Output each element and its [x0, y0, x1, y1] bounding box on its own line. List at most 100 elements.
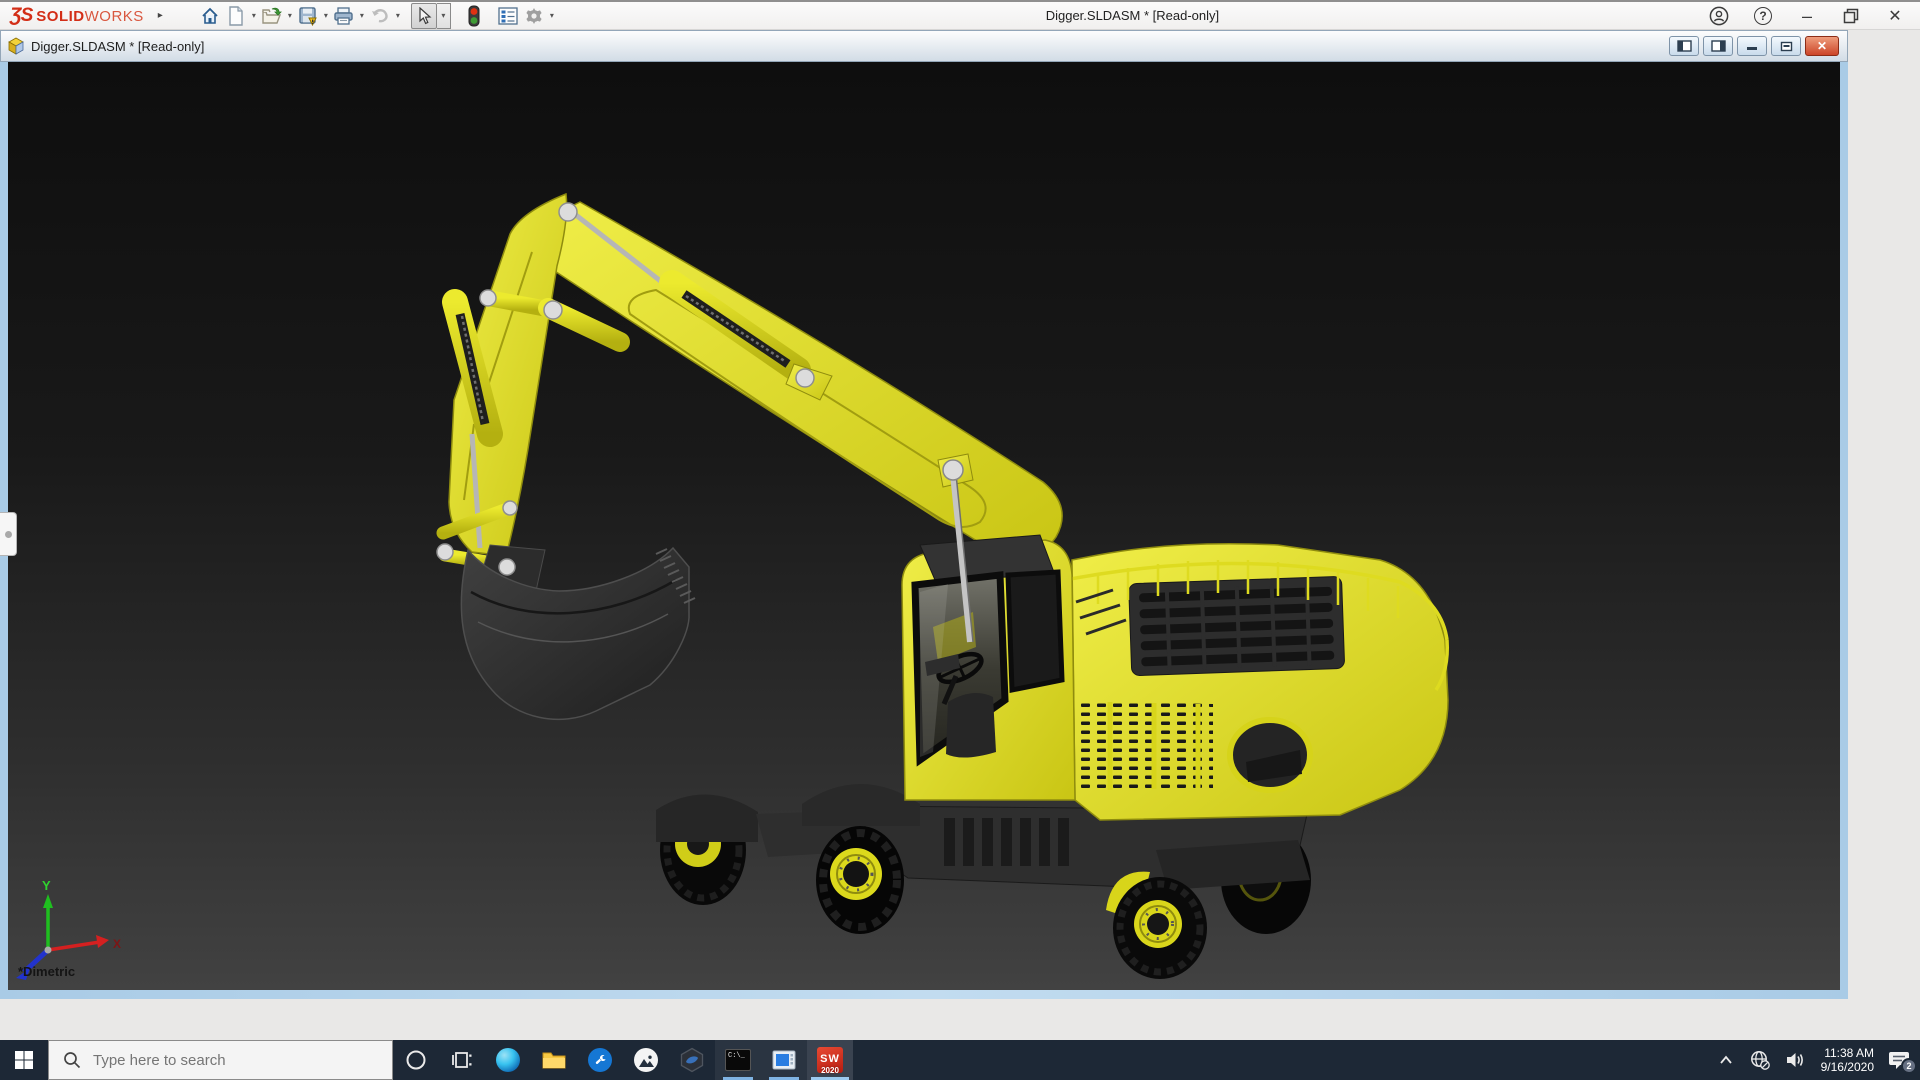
- settings-button[interactable]: [521, 3, 547, 29]
- tray-clock[interactable]: 11:38 AM 9/16/2020: [1821, 1046, 1874, 1074]
- document-window-controls: ✕: [1669, 36, 1839, 56]
- help-button[interactable]: ?: [1752, 5, 1774, 27]
- open-folder-icon: [262, 7, 282, 24]
- left-pane-icon: [1676, 40, 1692, 52]
- new-document-button[interactable]: [223, 3, 249, 29]
- excavator-scene: Y X: [16, 192, 1450, 980]
- rebuild-stoplight-button[interactable]: [461, 3, 487, 29]
- new-document-icon: [229, 5, 243, 26]
- network-globe-icon: [1750, 1051, 1770, 1070]
- undo-caret[interactable]: ▾: [393, 11, 403, 20]
- settings-caret[interactable]: ▾: [547, 11, 557, 20]
- account-icon: [1709, 6, 1729, 25]
- tray-network-button[interactable]: [1749, 1049, 1771, 1071]
- options-list-button[interactable]: [495, 3, 521, 29]
- file-explorer-icon: [542, 1052, 566, 1069]
- minimize-icon: –: [1801, 5, 1812, 26]
- search-icon: [64, 1052, 81, 1069]
- doc-minimize-button[interactable]: [1737, 36, 1767, 56]
- wrench-circle-icon: [588, 1048, 612, 1072]
- doc-restore-icon: [1780, 41, 1792, 51]
- brand-solid: SOLID: [36, 7, 85, 25]
- restore-button[interactable]: [1840, 5, 1862, 27]
- taskbar: C:\_ SW 2020: [0, 1040, 1920, 1080]
- triad-y-label: Y: [42, 878, 51, 893]
- start-button[interactable]: [0, 1040, 48, 1080]
- doc-close-icon: ✕: [1816, 39, 1828, 53]
- print-button[interactable]: [331, 3, 357, 29]
- restore-icon: [1843, 8, 1859, 23]
- toggle-left-pane-button[interactable]: [1669, 36, 1699, 56]
- home-icon: [202, 7, 218, 24]
- print-caret[interactable]: ▾: [357, 11, 367, 20]
- blue-window-app-icon: [772, 1050, 796, 1070]
- speaker-icon: [1786, 1053, 1803, 1067]
- close-button[interactable]: ✕: [1884, 5, 1906, 27]
- hexagon-app-icon: [680, 1047, 704, 1073]
- save-button[interactable]: [295, 3, 321, 29]
- feature-pane-collapsed-tab[interactable]: [0, 512, 17, 556]
- excavator-model[interactable]: [436, 192, 1450, 979]
- toolbar-flyout-arrow[interactable]: ▸: [158, 10, 163, 21]
- minimize-button[interactable]: –: [1796, 5, 1818, 27]
- taskbar-item-tools[interactable]: [577, 1040, 623, 1080]
- boom-assembly: [442, 192, 1063, 558]
- document-window: Digger.SLDASM * [Read-only] ✕ Y X *Dimet…: [0, 30, 1848, 999]
- solidworks-app-icon: SW 2020: [817, 1047, 843, 1075]
- home-button[interactable]: [197, 3, 223, 29]
- chevron-up-icon: [1719, 1055, 1732, 1064]
- assembly-icon: [8, 37, 24, 55]
- tray-chevron-button[interactable]: [1717, 1051, 1735, 1069]
- save-caret[interactable]: ▾: [321, 11, 331, 20]
- taskbar-item-explorer[interactable]: [531, 1040, 577, 1080]
- taskbar-item-3dviewer[interactable]: [669, 1040, 715, 1080]
- clock-time: 11:38 AM: [1824, 1046, 1874, 1060]
- 3d-viewport[interactable]: Y X *Dimetric: [8, 62, 1840, 990]
- app-titlebar: ƷS SOLID WORKS ▸ ▾ ▾ ▾ ▾ ▾ ▾ ▾ Digger.SL…: [0, 0, 1920, 30]
- doc-close-button[interactable]: ✕: [1805, 36, 1839, 56]
- doc-restore-button[interactable]: [1771, 36, 1801, 56]
- list-icon: [498, 6, 518, 25]
- clock-date: 9/16/2020: [1820, 1060, 1874, 1074]
- search-input[interactable]: [93, 1051, 343, 1069]
- taskbar-item-cmd[interactable]: C:\_: [715, 1040, 761, 1080]
- toggle-right-pane-button[interactable]: [1703, 36, 1733, 56]
- traffic-light-icon: [468, 5, 480, 26]
- app-window-controls: ? – ✕: [1708, 5, 1906, 27]
- cmd-icon: C:\_: [725, 1049, 751, 1071]
- select-tool-button[interactable]: [410, 2, 437, 29]
- taskbar-item-photos[interactable]: [623, 1040, 669, 1080]
- engine-vent-panel: [1128, 576, 1345, 676]
- brand-works: WORKS: [84, 7, 144, 25]
- body-deck: [1020, 543, 1450, 821]
- edge-icon: [496, 1048, 520, 1072]
- account-button[interactable]: [1708, 5, 1730, 27]
- cortana-icon: [406, 1050, 426, 1070]
- taskbar-item-edge[interactable]: [485, 1040, 531, 1080]
- open-caret[interactable]: ▾: [285, 11, 295, 20]
- print-icon: [334, 6, 354, 25]
- action-center-button[interactable]: 2: [1888, 1050, 1917, 1074]
- taskbar-search[interactable]: [48, 1040, 393, 1080]
- close-icon: ✕: [1888, 7, 1902, 25]
- new-document-caret[interactable]: ▾: [249, 11, 259, 20]
- select-tool-caret[interactable]: ▾: [436, 2, 451, 29]
- bucket: [460, 546, 696, 721]
- tray-volume-button[interactable]: [1785, 1050, 1807, 1070]
- taskbar-item-cortana[interactable]: [393, 1040, 439, 1080]
- save-icon: [299, 6, 317, 26]
- taskbar-item-taskview[interactable]: [439, 1040, 485, 1080]
- taskbar-item-solidworks[interactable]: SW 2020: [807, 1040, 853, 1080]
- document-title: Digger.SLDASM * [Read-only]: [31, 38, 205, 54]
- view-orientation-label: *Dimetric: [18, 964, 76, 979]
- system-tray: 11:38 AM 9/16/2020 2: [1717, 1046, 1920, 1074]
- app-window-title: Digger.SLDASM * [Read-only]: [1045, 8, 1220, 23]
- task-view-icon: [452, 1052, 472, 1068]
- select-tool-group: ▾: [410, 2, 451, 29]
- open-button[interactable]: [259, 3, 285, 29]
- gear-icon: [526, 7, 542, 24]
- desktop: { "app": { "brand": { "mark": "ƷS", "sol…: [0, 0, 1920, 1080]
- taskbar-item-media-app[interactable]: [761, 1040, 807, 1080]
- select-cursor-icon: [419, 6, 432, 24]
- undo-button[interactable]: [367, 3, 393, 29]
